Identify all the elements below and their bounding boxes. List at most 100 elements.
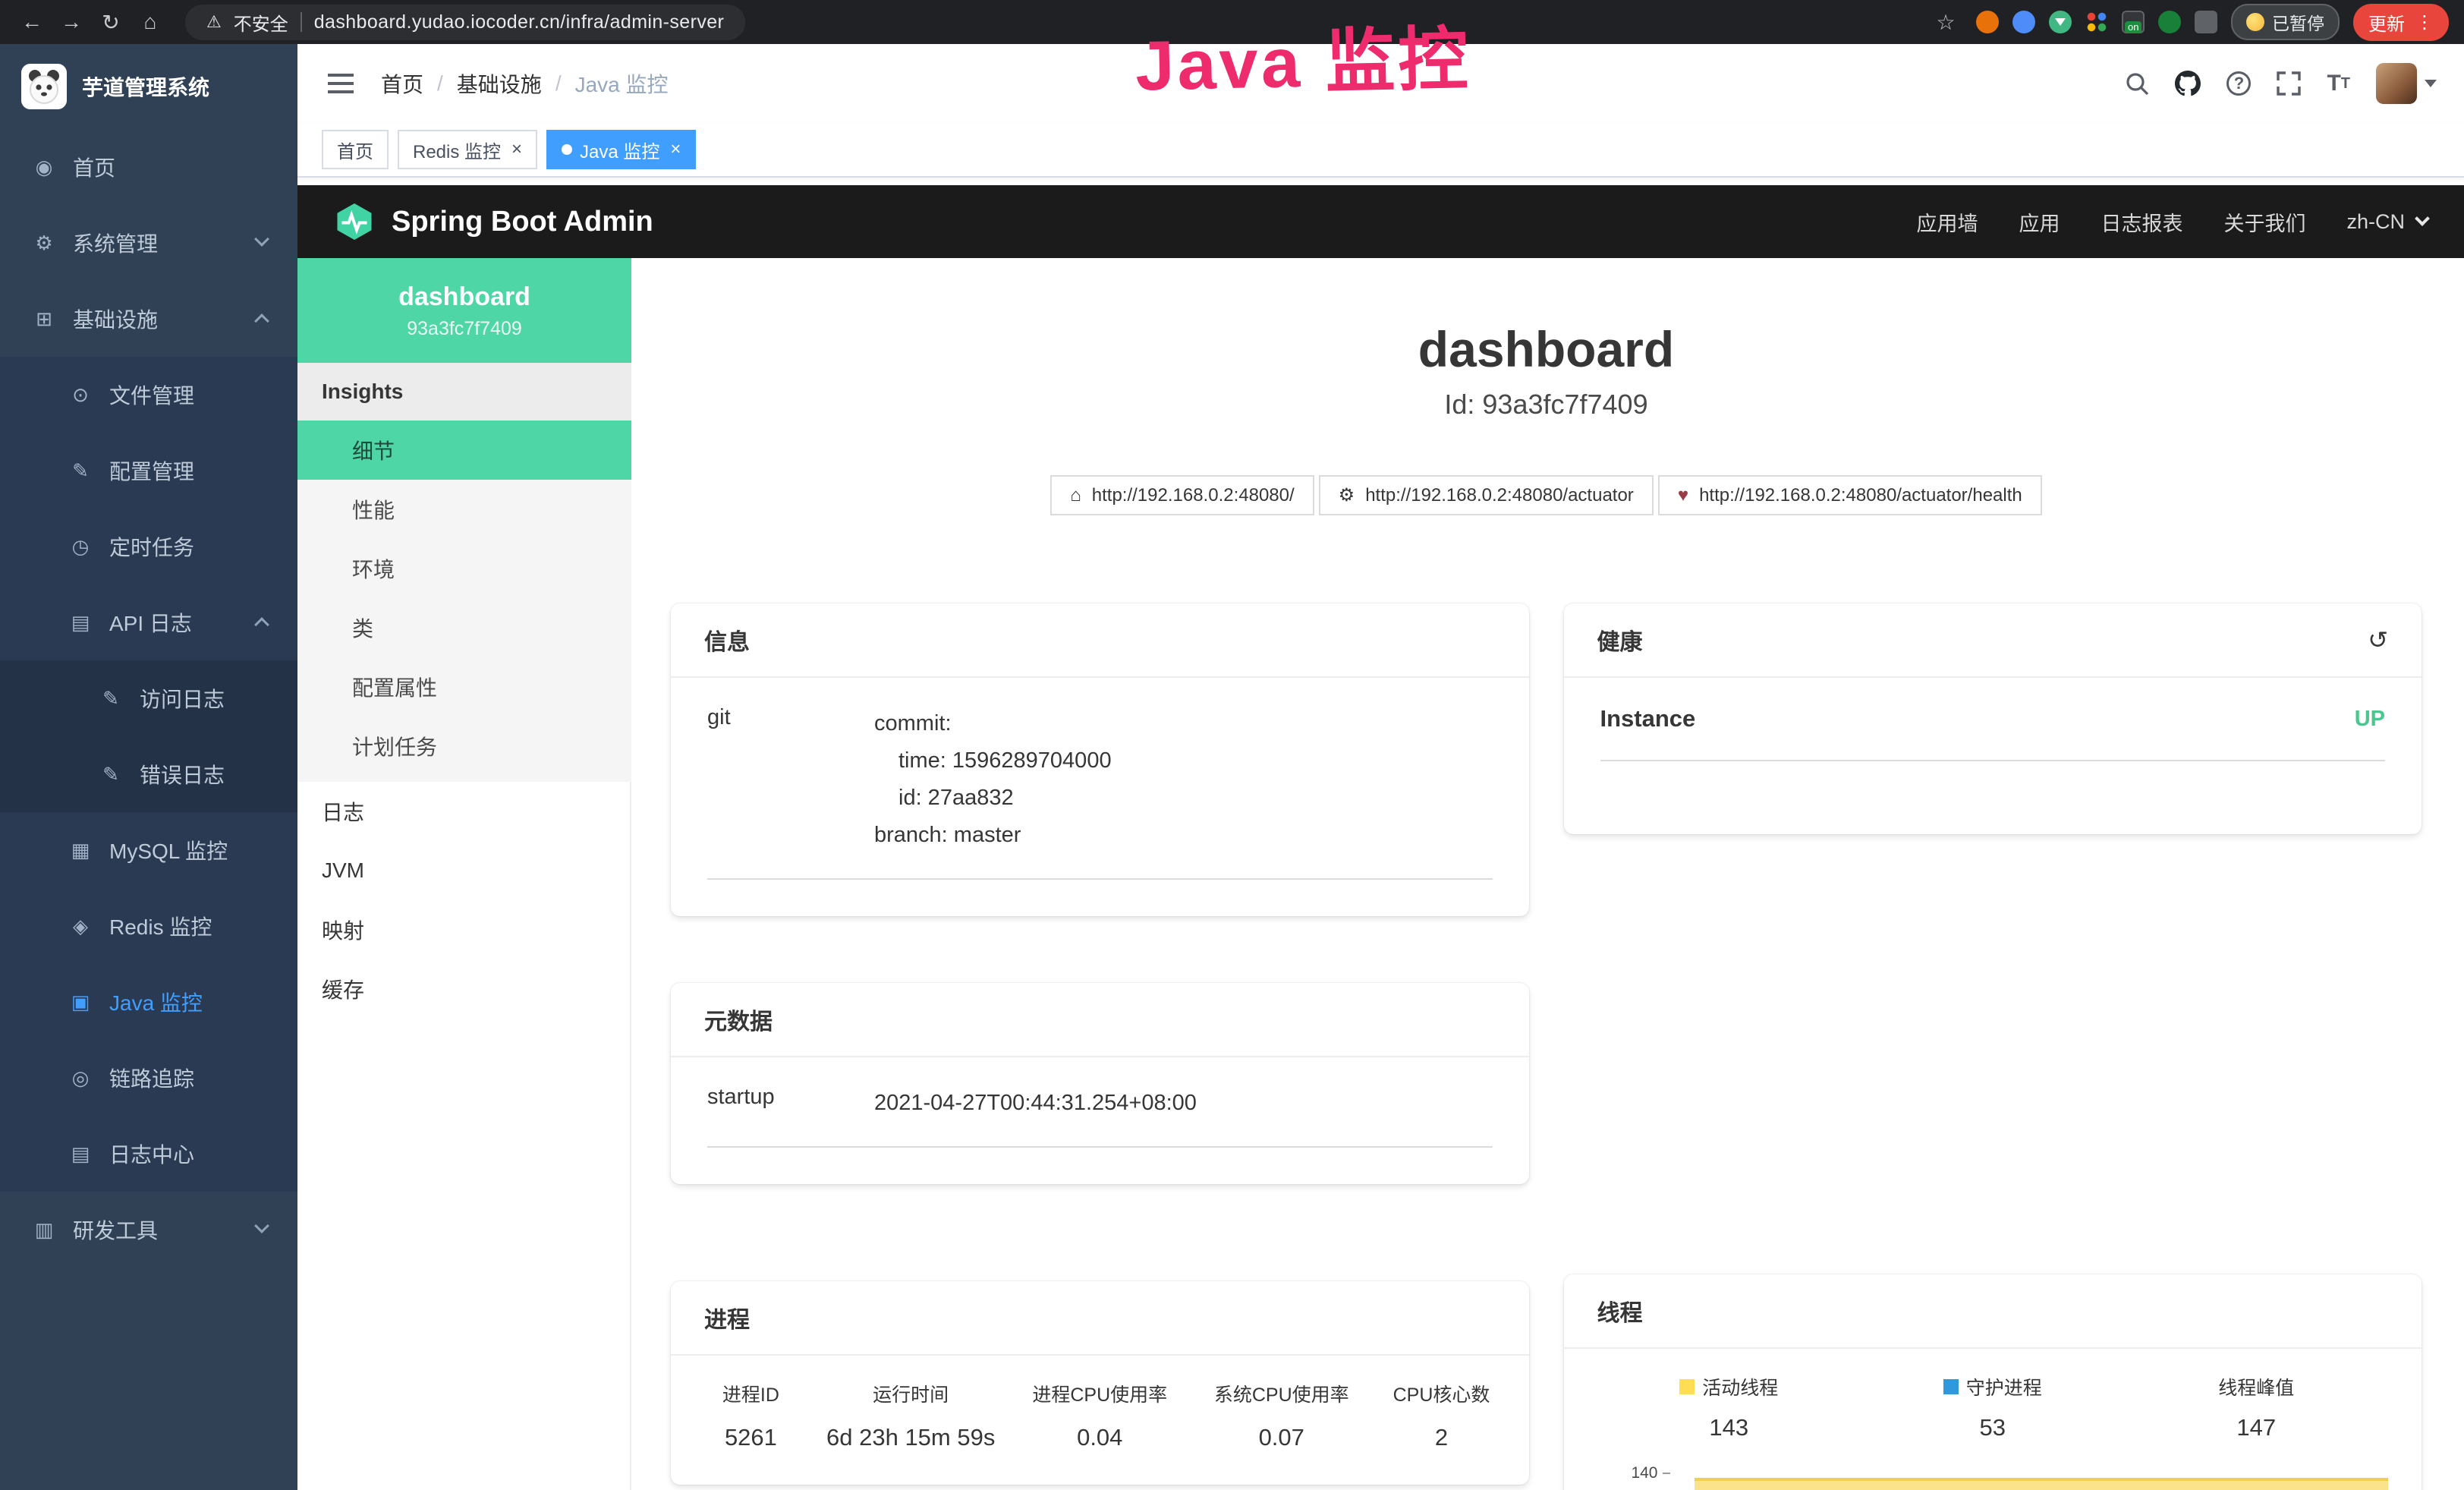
wrench-icon: ⚙	[1339, 484, 1355, 506]
breadcrumb-item[interactable]: 首页	[381, 68, 423, 99]
sidebar-item-infra[interactable]: ⊞ 基础设施	[0, 281, 297, 357]
column-header: 进程ID	[689, 1380, 813, 1407]
sidebar-item-log-center[interactable]: ▤ 日志中心	[0, 1116, 297, 1192]
sidebar-item-access-log[interactable]: ✎ 访问日志	[0, 660, 297, 736]
locale-selector[interactable]: zh-CN	[2346, 210, 2428, 234]
health-card: 健康 ↺ Instance UP	[1564, 603, 2422, 834]
tab-redis-monitor[interactable]: Redis 监控 ×	[398, 130, 537, 169]
sba-item-metrics[interactable]: 性能	[297, 480, 631, 539]
breadcrumb-separator: /	[437, 71, 443, 96]
sba-item-caches[interactable]: 缓存	[297, 959, 631, 1019]
breadcrumb-item[interactable]: 基础设施	[457, 68, 542, 99]
sidebar-item-files[interactable]: ⊙ 文件管理	[0, 357, 297, 433]
close-icon[interactable]: ×	[670, 140, 681, 159]
url-text: dashboard.yudao.iocoder.cn/infra/admin-s…	[314, 11, 725, 33]
sba-item-jvm[interactable]: JVM	[297, 841, 631, 900]
sba-item-details[interactable]: 细节	[297, 421, 631, 480]
sba-item-classes[interactable]: 类	[297, 598, 631, 657]
app-logo-row[interactable]: 芋道管理系统	[0, 44, 297, 129]
sba-item-scheduled-tasks[interactable]: 计划任务	[297, 717, 631, 776]
instance-link-home[interactable]: ⌂ http://192.168.0.2:48080/	[1050, 475, 1314, 515]
tab-java-monitor[interactable]: Java 监控 ×	[546, 130, 696, 169]
history-icon[interactable]: ↺	[2368, 625, 2388, 654]
instance-link-actuator[interactable]: ⚙ http://192.168.0.2:48080/actuator	[1319, 475, 1654, 515]
instance-header[interactable]: dashboard 93a3fc7f7409	[297, 258, 631, 363]
sidebar-item-mysql-monitor[interactable]: ▦ MySQL 监控	[0, 812, 297, 888]
sba-item-environment[interactable]: 环境	[297, 539, 631, 598]
sba-nav-applications[interactable]: 应用	[2019, 207, 2060, 237]
sidebar-item-java-monitor[interactable]: ▣ Java 监控	[0, 964, 297, 1040]
sidebar-item-scheduled-jobs[interactable]: ◷ 定时任务	[0, 509, 297, 584]
sidebar-item-redis-monitor[interactable]: ◈ Redis 监控	[0, 888, 297, 964]
fullscreen-icon[interactable]	[2277, 71, 2301, 96]
sba-item-logs[interactable]: 日志	[297, 782, 631, 841]
sidebar-item-error-log[interactable]: ✎ 错误日志	[0, 736, 297, 812]
sidebar-item-label: 系统管理	[73, 228, 158, 258]
card-title: 信息	[671, 603, 1529, 678]
sba-nav-about[interactable]: 关于我们	[2223, 207, 2305, 237]
sba-item-config-props[interactable]: 配置属性	[297, 657, 631, 717]
help-icon[interactable]: ?	[2226, 71, 2251, 96]
sba-nav-journal[interactable]: 日志报表	[2101, 207, 2182, 237]
avatar[interactable]	[2376, 63, 2437, 104]
sidebar-item-label: API 日志	[109, 607, 192, 638]
extension-icon[interactable]	[2012, 11, 2035, 33]
process-card: 进程 进程ID 运行时间 进程CPU使用率 系统CPU使用率	[671, 1281, 1529, 1485]
close-icon[interactable]: ×	[511, 140, 522, 159]
sidebar-item-label: MySQL 监控	[109, 835, 228, 865]
reload-icon[interactable]: ↻	[94, 10, 127, 35]
sba-item-mappings[interactable]: 映射	[297, 900, 631, 959]
extension-icon[interactable]	[2158, 11, 2181, 33]
sba-sidebar: dashboard 93a3fc7f7409 Insights 细节 性能 环境…	[297, 258, 631, 1490]
sidebar-item-label: Java 监控	[109, 987, 203, 1017]
sidebar-item-config[interactable]: ✎ 配置管理	[0, 433, 297, 509]
sidebar-item-label: 错误日志	[140, 759, 225, 789]
chevron-down-icon	[254, 232, 269, 247]
locale-label: zh-CN	[2346, 210, 2405, 234]
menu-dots-icon[interactable]: ⋮	[2415, 11, 2434, 33]
paused-badge-label: 已暂停	[2272, 9, 2324, 35]
forward-icon[interactable]: →	[55, 10, 88, 34]
search-icon[interactable]	[2125, 71, 2149, 96]
security-warning-icon: ⚠	[206, 12, 222, 32]
process-table-values: 5261 6d 23h 15m 59s 0.04 0.07 2	[689, 1407, 1511, 1451]
card-title: 线程	[1564, 1274, 2422, 1349]
extension-on-icon[interactable]: on	[2122, 11, 2145, 33]
apps-grid-icon[interactable]	[2085, 11, 2108, 33]
sidebar-item-label: 基础设施	[73, 304, 158, 334]
back-icon[interactable]: ←	[15, 10, 49, 34]
card-title: 进程	[671, 1281, 1529, 1356]
collapse-sidebar-icon[interactable]	[325, 68, 357, 99]
sba-logo-icon	[334, 201, 375, 242]
sidebar-item-tracing[interactable]: ◎ 链路追踪	[0, 1040, 297, 1116]
sidebar-item-api-logs[interactable]: ▤ API 日志	[0, 584, 297, 660]
infrastructure-icon: ⊞	[30, 307, 58, 331]
home-icon[interactable]: ⌂	[134, 10, 167, 34]
sidebar-item-label: Redis 监控	[109, 911, 212, 941]
breadcrumb: 首页 / 基础设施 / Java 监控	[381, 68, 669, 99]
paused-badge[interactable]: 已暂停	[2231, 4, 2340, 40]
sba-brand-label: Spring Boot Admin	[392, 206, 653, 238]
sidebar-item-label: 日志中心	[109, 1139, 194, 1169]
sidebar-item-system[interactable]: ⚙ 系统管理	[0, 205, 297, 281]
extensions-puzzle-icon[interactable]	[2195, 11, 2217, 33]
tab-home[interactable]: 首页	[322, 130, 389, 169]
cell-value: 6d 23h 15m 59s	[813, 1424, 1009, 1451]
sba-insights-group: 细节 性能 环境 类 配置属性 计划任务	[297, 421, 631, 782]
sidebar-item-dev-tools[interactable]: ▥ 研发工具	[0, 1192, 297, 1268]
sba-nav-wallboard[interactable]: 应用墙	[1916, 207, 1978, 237]
github-icon[interactable]	[2175, 71, 2201, 96]
sba-brand[interactable]: Spring Boot Admin	[334, 201, 653, 242]
extension-icon[interactable]	[1976, 11, 1999, 33]
threads-card: 线程 活动线程 143	[1564, 1274, 2422, 1490]
sidebar-item-label: 配置管理	[109, 455, 194, 486]
metadata-value: 2021-04-27T00:44:31.254+08:00	[874, 1085, 1197, 1122]
sidebar-item-home[interactable]: ◉ 首页	[0, 129, 297, 205]
bookmark-star-icon[interactable]: ☆	[1929, 10, 1962, 35]
address-bar[interactable]: ⚠ 不安全 dashboard.yudao.iocoder.cn/infra/a…	[185, 5, 745, 40]
instance-link-health[interactable]: ♥ http://192.168.0.2:48080/actuator/heal…	[1658, 475, 2042, 515]
vue-devtools-icon[interactable]	[2049, 11, 2072, 33]
update-button[interactable]: 更新 ⋮	[2353, 4, 2449, 41]
metadata-row-startup: startup 2021-04-27T00:44:31.254+08:00	[707, 1085, 1493, 1148]
font-size-icon[interactable]: TT	[2327, 71, 2350, 96]
